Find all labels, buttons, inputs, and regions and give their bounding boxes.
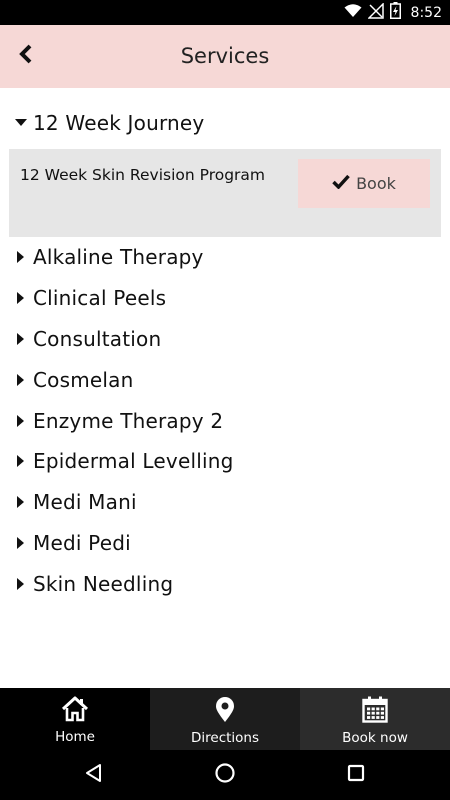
tab-book-now-label: Book now (342, 730, 408, 746)
category-row[interactable]: Epidermal Levelling (0, 441, 450, 482)
category-row[interactable]: Cosmelan (0, 359, 450, 400)
category-label: 12 Week Journey (33, 111, 205, 135)
category-label: Clinical Peels (33, 286, 167, 311)
service-item: 12 Week Skin Revision Program Book (9, 149, 441, 237)
tab-book-now[interactable]: Book now (300, 688, 450, 750)
tab-home[interactable]: Home (0, 688, 150, 750)
bottom-tab-bar: Home Directions Book now (0, 688, 450, 750)
app-header: Services (0, 25, 450, 88)
caret-right-icon (12, 493, 30, 511)
caret-right-icon (12, 534, 30, 552)
caret-right-icon (12, 412, 30, 430)
services-list: 12 Week Journey 12 Week Skin Revision Pr… (0, 100, 450, 604)
category-12-week-journey[interactable]: 12 Week Journey (0, 100, 450, 146)
category-label: Skin Needling (33, 571, 174, 596)
category-row[interactable]: Enzyme Therapy 2 (0, 400, 450, 441)
category-row[interactable]: Clinical Peels (0, 278, 450, 319)
category-label: Cosmelan (33, 367, 134, 392)
category-label: Medi Mani (33, 490, 137, 515)
nav-back-button[interactable] (81, 762, 107, 788)
category-label: Alkaline Therapy (33, 245, 204, 270)
calendar-icon (362, 696, 388, 727)
tab-home-label: Home (55, 729, 95, 745)
category-label: Medi Pedi (33, 530, 131, 555)
category-row[interactable]: Skin Needling (0, 563, 450, 604)
status-bar: 8:52 (0, 0, 450, 25)
caret-right-icon (12, 330, 30, 348)
map-pin-icon (214, 696, 236, 727)
status-time: 8:52 (410, 4, 442, 21)
category-row[interactable]: Consultation (0, 319, 450, 360)
category-label: Epidermal Levelling (33, 449, 234, 474)
checkmark-icon (332, 174, 350, 193)
navigation-bar (0, 750, 450, 800)
back-button[interactable] (10, 40, 42, 72)
page-title: Services (180, 44, 270, 68)
category-label: Enzyme Therapy 2 (33, 408, 224, 433)
category-row[interactable]: Medi Pedi (0, 523, 450, 564)
chevron-left-icon (18, 44, 34, 68)
caret-right-icon (12, 452, 30, 470)
caret-right-icon (12, 371, 30, 389)
triangle-back-icon (84, 763, 104, 787)
tab-directions[interactable]: Directions (150, 688, 300, 750)
status-icons: 8:52 (344, 0, 442, 25)
wifi-icon (344, 3, 362, 22)
caret-right-icon (12, 248, 30, 266)
category-row[interactable]: Alkaline Therapy (0, 237, 450, 278)
battery-icon (389, 2, 401, 23)
nav-home-button[interactable] (212, 762, 238, 788)
tab-directions-label: Directions (190, 730, 260, 746)
service-name: 12 Week Skin Revision Program (20, 166, 266, 184)
no-signal-icon (366, 1, 384, 23)
square-recents-icon (346, 763, 366, 787)
caret-down-icon (12, 114, 30, 132)
home-icon (61, 696, 89, 726)
category-row[interactable]: Medi Mani (0, 482, 450, 523)
caret-right-icon (12, 575, 30, 593)
nav-recents-button[interactable] (343, 762, 369, 788)
category-label: Consultation (33, 326, 162, 351)
book-button[interactable]: Book (298, 159, 430, 208)
caret-right-icon (12, 289, 30, 307)
category-rows: Alkaline Therapy Clinical Peels Consulta… (0, 237, 450, 604)
book-button-label: Book (356, 174, 396, 193)
circle-home-icon (214, 762, 236, 788)
